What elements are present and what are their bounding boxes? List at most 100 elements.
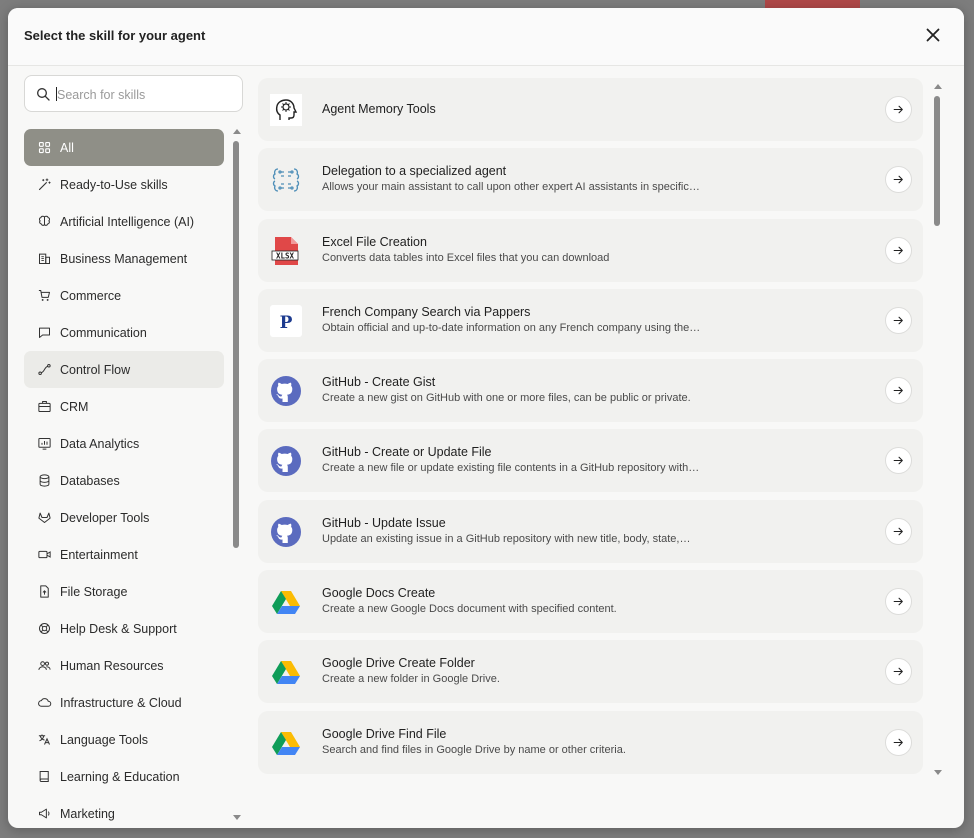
skill-card[interactable]: Delegation to a specialized agent Allows… — [258, 148, 923, 212]
google-drive-icon — [270, 586, 302, 618]
category-databases[interactable]: Databases — [24, 462, 224, 499]
arrow-right-icon — [893, 176, 903, 184]
skill-name: French Company Search via Pappers — [322, 304, 531, 319]
arrow-right-icon — [893, 738, 903, 746]
skill-name: Google Drive Find File — [322, 726, 447, 741]
scroll-up-arrow-icon[interactable] — [233, 129, 241, 134]
gitlab-icon — [37, 510, 52, 525]
category-marketing[interactable]: Marketing — [24, 795, 224, 828]
category-ai[interactable]: Artificial Intelligence (AI) — [24, 203, 224, 240]
category-commerce[interactable]: Commerce — [24, 277, 224, 314]
skill-card[interactable]: GitHub - Update Issue Update an existing… — [258, 499, 923, 563]
open-skill-button[interactable] — [885, 447, 912, 475]
search-box[interactable] — [24, 75, 243, 112]
arrow-right-icon — [893, 527, 903, 536]
brain-icon — [37, 214, 52, 229]
category-help-desk[interactable]: Help Desk & Support — [24, 610, 224, 647]
category-label: Ready-to-Use skills — [60, 177, 168, 192]
skills-scroll-thumb[interactable] — [934, 96, 940, 226]
open-skill-button[interactable] — [885, 658, 912, 686]
skill-description: Obtain official and up-to-date informati… — [322, 321, 701, 334]
category-data-analytics[interactable]: Data Analytics — [24, 425, 224, 462]
category-control-flow[interactable]: Control Flow — [24, 351, 224, 388]
open-skill-button[interactable] — [885, 96, 912, 123]
category-ready-to-use[interactable]: Ready-to-Use skills — [24, 166, 224, 203]
open-skill-button[interactable] — [885, 306, 912, 334]
skill-card[interactable]: GitHub - Create or Update File Create a … — [258, 429, 923, 493]
skill-description: Converts data tables into Excel files th… — [322, 251, 610, 264]
category-label: Control Flow — [60, 362, 131, 377]
category-communication[interactable]: Communication — [24, 314, 224, 351]
skill-list: Agent Memory Tools Delegation to a speci… — [258, 78, 923, 781]
skills-scroll-up-arrow-icon[interactable] — [934, 84, 942, 89]
category-label: Learning & Education — [60, 769, 180, 784]
skills-scroll-down-arrow-icon[interactable] — [934, 770, 942, 775]
grid-icon — [37, 140, 52, 155]
category-label: CRM — [60, 399, 89, 414]
category-crm[interactable]: CRM — [24, 388, 224, 425]
skill-card[interactable]: Agent Memory Tools — [258, 78, 923, 141]
category-label: Language Tools — [60, 732, 149, 747]
close-button[interactable] — [922, 24, 944, 46]
scroll-down-arrow-icon[interactable] — [233, 815, 241, 820]
category-label: Infrastructure & Cloud — [60, 695, 182, 710]
arrow-right-icon — [893, 316, 903, 325]
skill-description: Create a new file or update existing fil… — [322, 462, 700, 475]
skill-description: Create a new gist on GitHub with one or … — [322, 392, 691, 405]
skill-card[interactable]: P French Company Search via Pappers Obta… — [258, 288, 923, 352]
category-language-tools[interactable]: Language Tools — [24, 721, 224, 758]
cloud-icon — [37, 695, 52, 710]
category-label: Communication — [60, 325, 147, 340]
category-business-management[interactable]: Business Management — [24, 240, 224, 277]
category-label: Entertainment — [60, 547, 138, 562]
arrow-right-icon — [893, 105, 903, 114]
skill-selection-modal: Select the skill for your agent All Read… — [8, 8, 964, 828]
file-upload-icon — [37, 584, 52, 599]
category-label: Help Desk & Support — [60, 621, 177, 636]
category-label: Databases — [60, 473, 120, 488]
skill-name: GitHub - Create Gist — [322, 375, 436, 390]
arrow-right-icon — [893, 668, 903, 676]
xlsx-file-icon: XLSX — [270, 235, 302, 267]
skill-name: GitHub - Update Issue — [322, 515, 446, 530]
category-label: Commerce — [60, 288, 122, 303]
search-input[interactable] — [55, 82, 234, 108]
open-skill-button[interactable] — [885, 517, 912, 545]
category-developer-tools[interactable]: Developer Tools — [24, 499, 224, 536]
open-skill-button[interactable] — [885, 236, 912, 264]
category-label: Human Resources — [60, 658, 164, 673]
arrow-right-icon — [893, 457, 903, 465]
category-entertainment[interactable]: Entertainment — [24, 536, 224, 573]
category-file-storage[interactable]: File Storage — [24, 573, 224, 610]
open-skill-button[interactable] — [885, 728, 912, 756]
github-icon — [270, 516, 302, 548]
category-human-resources[interactable]: Human Resources — [24, 647, 224, 684]
skill-card[interactable]: XLSX Excel File Creation Converts data t… — [258, 218, 923, 282]
category-label: Marketing — [60, 806, 115, 821]
text-caret — [56, 87, 57, 101]
building-icon — [37, 251, 52, 266]
skill-name: GitHub - Create or Update File — [322, 445, 492, 460]
arrow-right-icon — [893, 246, 903, 254]
open-skill-button[interactable] — [885, 166, 912, 194]
github-icon — [270, 445, 302, 477]
category-all[interactable]: All — [24, 129, 224, 166]
search-icon — [37, 88, 50, 101]
category-learning-education[interactable]: Learning & Education — [24, 758, 224, 795]
open-skill-button[interactable] — [885, 588, 912, 616]
skill-description: Create a new folder in Google Drive. — [322, 673, 500, 686]
google-drive-icon — [270, 727, 302, 759]
book-icon — [37, 769, 52, 784]
open-skill-button[interactable] — [885, 377, 912, 405]
modal-header: Select the skill for your agent — [8, 8, 964, 66]
database-icon — [37, 473, 52, 488]
category-infrastructure-cloud[interactable]: Infrastructure & Cloud — [24, 684, 224, 721]
skill-card[interactable]: GitHub - Create Gist Create a new gist o… — [258, 359, 923, 423]
skill-card[interactable]: Google Docs Create Create a new Google D… — [258, 570, 923, 634]
skill-description: Create a new Google Docs document with s… — [322, 603, 617, 616]
category-scroll-thumb[interactable] — [233, 141, 239, 548]
skill-name: Excel File Creation — [322, 234, 427, 249]
brain-network-icon — [270, 164, 302, 196]
skill-card[interactable]: Google Drive Create Folder Create a new … — [258, 640, 923, 704]
skill-card[interactable]: Google Drive Find File Search and find f… — [258, 710, 923, 774]
